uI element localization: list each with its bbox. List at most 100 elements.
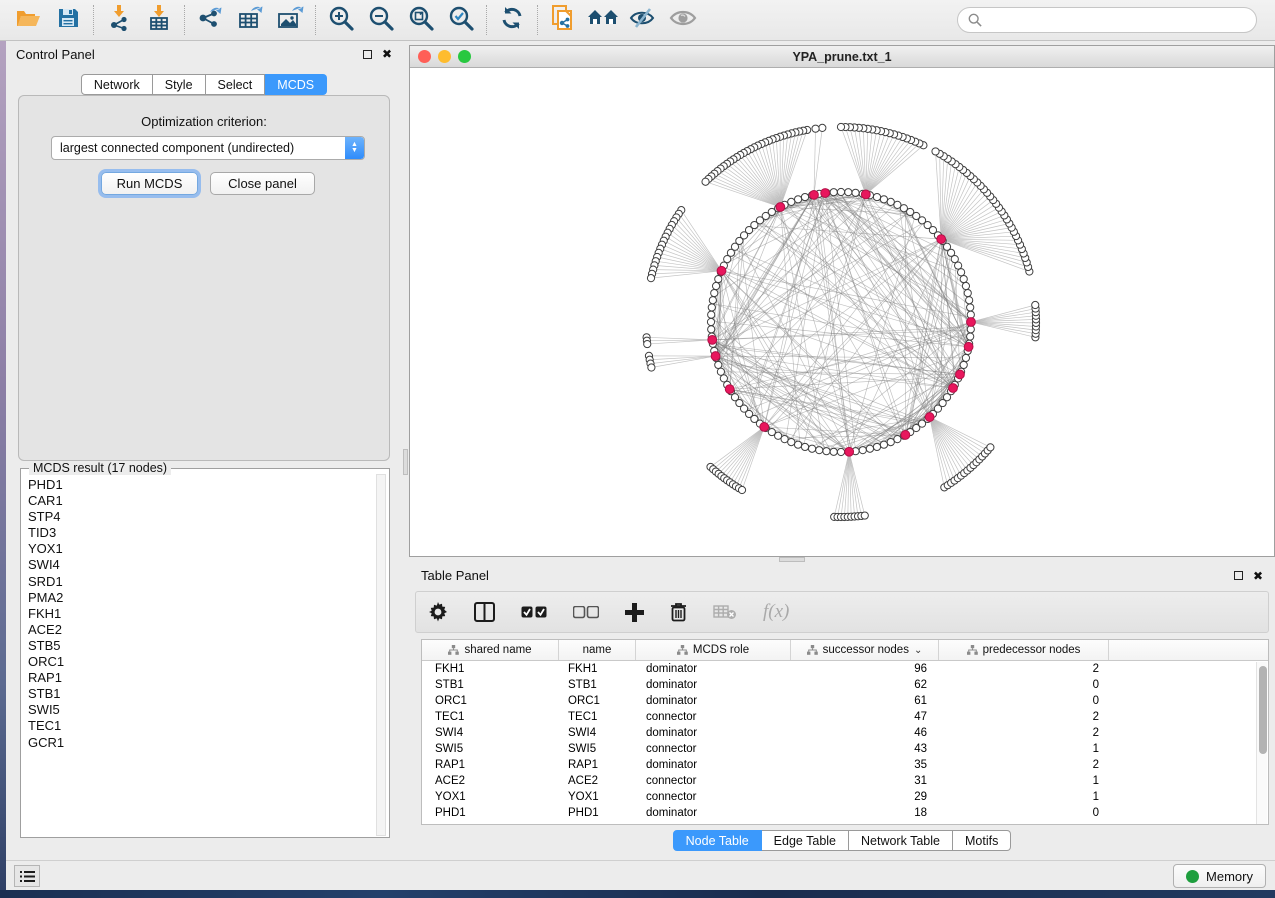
mcds-dominator-node[interactable]: [925, 413, 934, 422]
table-row[interactable]: STB1STB1dominator620: [422, 677, 1268, 693]
network-node[interactable]: [987, 444, 994, 451]
network-node[interactable]: [1032, 301, 1039, 308]
result-node-item[interactable]: GCR1: [22, 735, 378, 751]
close-panel-icon[interactable]: ✖: [1253, 570, 1263, 582]
network-node[interactable]: [830, 448, 837, 455]
network-node[interactable]: [794, 196, 801, 203]
result-node-item[interactable]: FKH1: [22, 606, 378, 622]
table-cell[interactable]: FKH1: [422, 661, 559, 677]
network-node[interactable]: [816, 447, 823, 454]
mcds-dominator-node[interactable]: [821, 189, 830, 198]
zoom-fit-button[interactable]: [401, 3, 441, 37]
hide-selected-button[interactable]: [623, 3, 663, 37]
mcds-dominator-node[interactable]: [810, 190, 819, 199]
table-cell[interactable]: ORC1: [559, 693, 636, 709]
table-cell[interactable]: connector: [636, 773, 791, 789]
column-header-predecessor-nodes[interactable]: predecessor nodes: [939, 640, 1109, 660]
network-node[interactable]: [644, 340, 651, 347]
table-cell[interactable]: dominator: [636, 805, 791, 821]
table-cell[interactable]: PHD1: [422, 805, 559, 821]
result-node-item[interactable]: STB1: [22, 686, 378, 702]
table-cell[interactable]: PHD1: [559, 805, 636, 821]
network-node[interactable]: [880, 441, 887, 448]
network-node[interactable]: [962, 354, 969, 361]
result-node-item[interactable]: TEC1: [22, 718, 378, 734]
table-cell[interactable]: ACE2: [559, 773, 636, 789]
network-node[interactable]: [707, 318, 714, 325]
table-row[interactable]: YOX1YOX1connector291: [422, 789, 1268, 805]
delete-table-button[interactable]: [713, 604, 737, 620]
network-node[interactable]: [887, 439, 894, 446]
tab-select[interactable]: Select: [206, 74, 266, 95]
network-node[interactable]: [709, 297, 716, 304]
tab-edge-table[interactable]: Edge Table: [762, 830, 849, 851]
network-node[interactable]: [823, 448, 830, 455]
table-cell[interactable]: RAP1: [422, 757, 559, 773]
network-node[interactable]: [958, 269, 965, 276]
table-cell[interactable]: ORC1: [422, 693, 559, 709]
network-node[interactable]: [715, 361, 722, 368]
table-cell[interactable]: 31: [791, 773, 939, 789]
table-cell[interactable]: 96: [791, 661, 939, 677]
table-cell[interactable]: STB1: [559, 677, 636, 693]
network-node[interactable]: [717, 368, 724, 375]
network-node[interactable]: [964, 289, 971, 296]
table-cell[interactable]: 0: [939, 805, 1109, 821]
network-node[interactable]: [861, 512, 868, 519]
network-node[interactable]: [880, 196, 887, 203]
result-node-item[interactable]: PHD1: [22, 477, 378, 493]
import-network-button[interactable]: [99, 3, 139, 37]
tab-network-table[interactable]: Network Table: [849, 830, 953, 851]
tab-style[interactable]: Style: [153, 74, 206, 95]
network-node[interactable]: [808, 445, 815, 452]
result-node-item[interactable]: STB5: [22, 638, 378, 654]
network-node[interactable]: [967, 333, 974, 340]
refresh-button[interactable]: [492, 3, 532, 37]
splitter-grip[interactable]: [403, 449, 408, 475]
table-cell[interactable]: dominator: [636, 677, 791, 693]
table-row[interactable]: SWI5SWI5connector431: [422, 741, 1268, 757]
close-panel-button[interactable]: Close panel: [210, 172, 315, 195]
table-row[interactable]: TEC1TEC1connector472: [422, 709, 1268, 725]
network-node[interactable]: [837, 448, 844, 455]
table-cell[interactable]: SWI5: [559, 741, 636, 757]
result-node-item[interactable]: PMA2: [22, 590, 378, 606]
optimization-criterion-select[interactable]: largest connected component (undirected)…: [51, 136, 365, 160]
table-cell[interactable]: 46: [791, 725, 939, 741]
network-node[interactable]: [932, 148, 939, 155]
network-node[interactable]: [708, 311, 715, 318]
mcds-dominator-node[interactable]: [711, 352, 720, 361]
table-cell[interactable]: 1: [939, 773, 1109, 789]
table-cell[interactable]: dominator: [636, 661, 791, 677]
result-node-item[interactable]: STP4: [22, 509, 378, 525]
vertical-splitter[interactable]: [402, 41, 409, 860]
network-canvas[interactable]: [410, 68, 1274, 556]
mcds-dominator-node[interactable]: [725, 385, 734, 394]
table-row[interactable]: ACE2ACE2connector311: [422, 773, 1268, 789]
import-table-button[interactable]: [139, 3, 179, 37]
table-cell[interactable]: 2: [939, 709, 1109, 725]
table-cell[interactable]: 2: [939, 757, 1109, 773]
network-node[interactable]: [715, 275, 722, 282]
network-node[interactable]: [887, 198, 894, 205]
table-cell[interactable]: TEC1: [559, 709, 636, 725]
close-panel-icon[interactable]: ✖: [382, 48, 392, 60]
table-cell[interactable]: connector: [636, 741, 791, 757]
network-node[interactable]: [801, 443, 808, 450]
task-history-button[interactable]: [14, 865, 40, 887]
result-node-item[interactable]: CAR1: [22, 493, 378, 509]
table-cell[interactable]: RAP1: [559, 757, 636, 773]
network-node[interactable]: [837, 123, 844, 130]
save-session-button[interactable]: [48, 3, 88, 37]
mcds-dominator-node[interactable]: [967, 318, 976, 327]
result-list-scrollbar[interactable]: [376, 474, 386, 836]
mcds-dominator-node[interactable]: [845, 447, 854, 456]
table-row[interactable]: FKH1FKH1dominator962: [422, 661, 1268, 677]
column-layout-button[interactable]: [474, 602, 495, 622]
table-cell[interactable]: 2: [939, 725, 1109, 741]
result-node-item[interactable]: YOX1: [22, 541, 378, 557]
tab-mcds[interactable]: MCDS: [265, 74, 327, 95]
network-node[interactable]: [708, 326, 715, 333]
network-node[interactable]: [801, 193, 808, 200]
mcds-dominator-node[interactable]: [760, 423, 769, 432]
